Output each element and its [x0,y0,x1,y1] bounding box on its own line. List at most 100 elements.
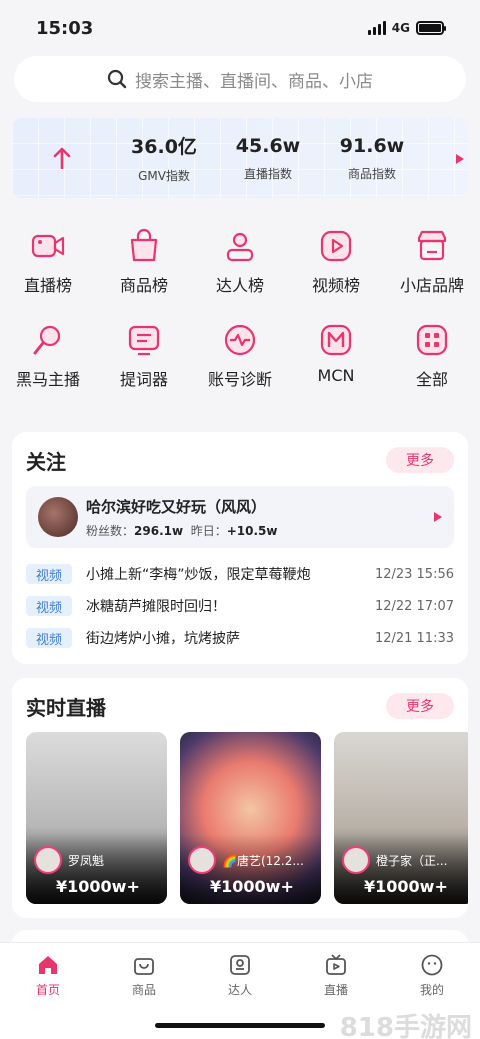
live-more-button[interactable]: 更多 [386,693,454,719]
live-host-name: 🌈唐艺(12.2... [222,853,304,868]
post-time: 12/22 17:07 [374,598,454,614]
metric-live: 45.6w 直播指数 [216,135,320,182]
home-indicator [155,1023,325,1028]
grid-label: 黑马主播 [15,370,80,389]
live-title: 实时直播 [26,696,106,720]
bag-icon [134,957,154,975]
live-gmv: ¥1000w+ [210,877,294,896]
watermark: 818手游网 [339,1013,472,1039]
list-item[interactable]: 视频 小摊上新“李梅”炒饭，限定草莓鞭炮 12/23 15:56 [26,562,454,586]
live-room-card[interactable]: 橙子家（正... ¥1000w+ [334,732,468,904]
avatar [342,846,370,874]
feature-grid-row-2: 黑马主播 提词器 账号诊断 MCN 全部 [0,320,480,390]
fans-count: 296.1w [134,523,184,538]
chevron-right-icon [434,512,442,522]
post-title: 街边烤炉小摊，坑烤披萨 [86,631,240,647]
tab-mine[interactable]: 我的 [384,943,480,1007]
grid-item-store-brand[interactable]: 小店品牌 [384,226,480,296]
apps-icon [412,320,452,360]
id-card-icon [230,954,250,975]
index-banner[interactable]: 36.0亿 GMV指数 45.6w 直播指数 91.6w 商品指数 [12,118,468,198]
play-icon [316,226,356,266]
anchor-name: 哈尔滨好吃又好玩（风风） [86,497,267,516]
live-card: 实时直播 更多 罗凤魁 ¥1000w+ 🌈唐艺(12.2... ¥1000w+ … [12,678,468,918]
followed-anchor[interactable]: 哈尔滨好吃又好玩（风风） 粉丝数：296.1w 昨日：+10.5w [26,486,454,548]
tab-label: 达人 [227,982,252,997]
grid-label: 直播榜 [23,276,72,295]
video-tag: 视频 [26,564,72,584]
live-room-card[interactable]: 罗凤魁 ¥1000w+ [26,732,167,904]
grid-label: 商品榜 [119,276,168,295]
avatar [188,846,216,874]
grid-item-mcn[interactable]: MCN [288,320,384,390]
network-type: 4G [391,21,410,35]
grid-label: 提词器 [119,370,168,389]
video-tag: 视频 [26,596,72,616]
metric-value: 91.6w [339,134,405,157]
grid-item-all[interactable]: 全部 [384,320,480,390]
tab-label: 我的 [419,982,444,997]
home-icon [39,955,57,974]
tab-home[interactable]: 首页 [0,943,96,1007]
metric-label: GMV指数 [138,169,190,183]
status-time: 15:03 [36,17,94,39]
list-item[interactable]: 视频 街边烤炉小摊，坑烤披萨 12/21 11:33 [26,626,454,650]
grid-label: 小店品牌 [399,276,464,295]
grid-item-video-rank[interactable]: 视频榜 [288,226,384,296]
grid-item-dark-horse[interactable]: 黑马主播 [0,320,96,390]
grid-label: MCN [317,366,355,385]
smile-icon [421,954,443,975]
live-host-name: 橙子家（正... [376,853,448,868]
grid-item-product-rank[interactable]: 商品榜 [96,226,192,296]
post-time: 12/21 11:33 [374,630,454,646]
metric-gmv: 36.0亿 GMV指数 [112,132,216,184]
grid-item-teleprompter[interactable]: 提词器 [96,320,192,390]
magnifier-icon [28,320,68,360]
tab-label: 商品 [131,982,156,997]
live-host-name: 罗凤魁 [68,853,105,868]
anchor-info: 哈尔滨好吃又好玩（风风） 粉丝数：296.1w 昨日：+10.5w [86,496,434,539]
mcn-icon [316,320,356,360]
video-tag: 视频 [26,628,72,648]
yesterday-label: 昨日： [190,523,227,538]
grid-label: 视频榜 [311,276,360,295]
live-host: 罗凤魁 [34,846,104,874]
metric-value: 36.0亿 [131,136,197,158]
grid-item-talent-rank[interactable]: 达人榜 [192,226,288,296]
tab-talent[interactable]: 达人 [192,943,288,1007]
search-bar[interactable]: 搜索主播、直播间、商品、小店 [14,56,466,102]
grid-label: 全部 [415,370,448,389]
fans-label: 粉丝数： [86,523,135,538]
grid-label: 账号诊断 [207,370,272,389]
follow-more-button[interactable]: 更多 [386,447,454,473]
live-room-card[interactable]: 🌈唐艺(12.2... ¥1000w+ [180,732,321,904]
live-gmv: ¥1000w+ [364,877,448,896]
shopping-bag-icon [124,226,164,266]
chevron-right-icon[interactable] [456,149,464,168]
post-title: 小摊上新“李梅”炒饭，限定草莓鞭炮 [86,567,311,583]
feature-grid-row-1: 直播榜 商品榜 达人榜 视频榜 小店品牌 [0,226,480,296]
tab-products[interactable]: 商品 [96,943,192,1007]
anchor-stats: 粉丝数：296.1w 昨日：+10.5w [86,522,434,539]
search-icon [107,69,127,89]
tab-label: 首页 [35,982,60,997]
live-host: 橙子家（正... [342,846,447,874]
store-icon [412,226,452,266]
person-icon [220,226,260,266]
status-indicators: 4G [367,21,446,35]
live-list: 罗凤魁 ¥1000w+ 🌈唐艺(12.2... ¥1000w+ 橙子家（正...… [26,732,468,904]
monitor-icon [124,320,164,360]
live-host: 🌈唐艺(12.2... [188,846,304,874]
video-camera-icon [28,226,68,266]
battery-icon [416,21,446,35]
metric-value: 45.6w [235,134,301,157]
list-item[interactable]: 视频 冰糖葫芦摊限时回归！ 12/22 17:07 [26,594,454,618]
search-placeholder: 搜索主播、直播间、商品、小店 [135,71,373,92]
post-time: 12/23 15:56 [374,566,454,582]
metric-label: 直播指数 [243,166,292,181]
grid-item-account-diagnosis[interactable]: 账号诊断 [192,320,288,390]
tv-icon [326,953,346,975]
yesterday-count: +10.5w [226,523,278,538]
tab-live[interactable]: 直播 [288,943,384,1007]
grid-item-live-rank[interactable]: 直播榜 [0,226,96,296]
